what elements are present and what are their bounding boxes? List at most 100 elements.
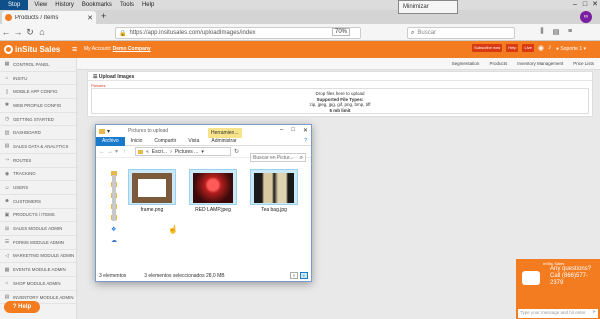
ribbon-help-icon[interactable]: ?: [304, 138, 307, 144]
file-item[interactable]: frame.png: [128, 169, 176, 213]
up-icon[interactable]: ↑: [123, 149, 131, 155]
back-icon[interactable]: ←: [0, 27, 12, 37]
forward-icon[interactable]: →: [12, 27, 24, 37]
tools-tab[interactable]: Herramien...: [208, 128, 242, 138]
sidebar-item-web-profile-config[interactable]: ✱ WEB PROFILE CONFIG: [0, 99, 76, 113]
browser-toolbar: ⫼ ▤ ≡: [535, 28, 577, 36]
reload-icon[interactable]: ↻: [24, 27, 36, 38]
sidebar-item-events-module-admin[interactable]: ▦ EVENTS MODULE ADMIN: [0, 263, 76, 277]
extension-icon[interactable]: ∞: [580, 11, 592, 23]
home-icon[interactable]: ⌂: [36, 27, 48, 37]
hamburger-icon[interactable]: ≡: [72, 44, 77, 54]
sidebar-icon[interactable]: ▤: [549, 28, 563, 36]
sidebar-item-sales-module-admin[interactable]: ⊞ SALES MODULE ADMIN: [0, 222, 76, 236]
tab-close-icon[interactable]: ✕: [87, 14, 93, 22]
ribbon-tab-inicio[interactable]: Inicio: [125, 137, 149, 146]
sidebar-item-shop-module-admin[interactable]: ⌂ SHOP MODULE ADMIN: [0, 277, 76, 291]
recent-icon[interactable]: ▾: [115, 148, 123, 155]
stop-button[interactable]: Stop: [0, 0, 29, 10]
sidebar-item-sales-data[interactable]: ▤ SALES DATA & ANALYTICS: [0, 140, 76, 154]
chat-input[interactable]: Type your message and hit enter ➤: [518, 309, 598, 318]
form-icon: ☰: [4, 239, 10, 246]
path-separator: «: [146, 148, 149, 155]
live-badge[interactable]: Live: [522, 44, 534, 52]
app-logo[interactable]: inSitu Sales: [4, 43, 64, 56]
menu-history[interactable]: History: [55, 2, 74, 8]
maximize-icon[interactable]: □: [291, 127, 295, 134]
notification-icon[interactable]: ◉: [538, 44, 544, 52]
sidebar-item-products-items[interactable]: ▣ PRODUCTS / ITEMS: [0, 209, 76, 223]
sidebar-item-label: TRACKING: [13, 171, 36, 177]
ribbon-tab-archivo[interactable]: Archivo: [96, 136, 125, 146]
path-segment-2[interactable]: Pictures ...: [175, 149, 199, 155]
details-view-icon[interactable]: ≡: [290, 272, 298, 279]
help-button[interactable]: ? Help: [4, 301, 40, 313]
menu-view[interactable]: View: [34, 2, 47, 8]
sidebar-item-mobile-app-config[interactable]: ▯ MOBILE APP CONFIG: [0, 85, 76, 100]
sidebar-item-control-panel[interactable]: ▦ CONTROL PANEL: [0, 58, 76, 72]
library-icon[interactable]: ⫼: [535, 28, 549, 36]
url-bar[interactable]: 🔒 https://app.insitusales.com/uploadImag…: [115, 27, 361, 39]
back-icon[interactable]: ←: [99, 149, 107, 155]
sidebar-item-customers[interactable]: ☻ CUSTOMERS: [0, 195, 76, 209]
zoom-level[interactable]: 70%: [332, 28, 351, 36]
file-dropzone[interactable]: Drop files here to upload Supported File…: [91, 88, 589, 114]
minimize-icon[interactable]: –: [570, 0, 580, 10]
ribbon: Archivo Inicio Compartir Vista Administr…: [96, 136, 311, 146]
account-prefix: My Account:: [84, 46, 112, 52]
logo-text: inSitu Sales: [15, 45, 61, 54]
chat-widget[interactable]: InSitu Sales Any questions? Call (866)57…: [516, 259, 600, 319]
menu-help[interactable]: Help: [142, 2, 154, 8]
maximize-icon[interactable]: □: [580, 0, 590, 10]
user-icon: ●: [556, 46, 560, 52]
search-input[interactable]: ⌕ Buscar: [407, 27, 515, 39]
minimize-icon[interactable]: –: [280, 127, 283, 134]
subscribe-badge[interactable]: Subscribe now: [472, 44, 503, 52]
quick-access-icon[interactable]: ▾: [107, 128, 110, 135]
dropbox-icon[interactable]: ❖: [111, 226, 118, 233]
subnav-products[interactable]: Products: [489, 61, 507, 66]
cloud-icon[interactable]: ☁: [111, 237, 118, 244]
chart-icon: ▥: [4, 129, 10, 136]
new-tab-icon[interactable]: +: [101, 11, 106, 21]
bell-icon[interactable]: ♪: [548, 44, 552, 52]
subnav-inventory[interactable]: Inventory Management: [517, 61, 563, 66]
help-badge[interactable]: Help: [506, 44, 519, 52]
subnav-price-lists[interactable]: Price Lists: [573, 61, 594, 66]
dialog-search-input[interactable]: Buscar en Pictur... ⌕: [250, 153, 306, 162]
forward-icon[interactable]: →: [107, 149, 115, 155]
subnav-segmentation[interactable]: Segmentation: [452, 61, 480, 66]
send-icon[interactable]: ➤: [592, 309, 596, 315]
ribbon-tab-vista[interactable]: Vista: [182, 137, 205, 146]
menu-icon[interactable]: ≡: [563, 28, 577, 36]
menu-bookmarks[interactable]: Bookmarks: [82, 2, 112, 8]
path-segment-1[interactable]: Escri...: [152, 149, 167, 155]
support-menu[interactable]: ● Soporte 1 ▾: [556, 46, 586, 52]
scrollbar[interactable]: [112, 175, 116, 221]
sidebar-item-insitu[interactable]: ⌂ INSITU: [0, 72, 76, 86]
sidebar-item-getting-started[interactable]: ◷ GETTING STARTED: [0, 113, 76, 127]
sidebar-item-label: USERS: [13, 185, 29, 191]
path-dropdown-icon[interactable]: ▾: [201, 149, 204, 155]
refresh-icon[interactable]: ↻: [234, 148, 239, 155]
large-icons-view-icon[interactable]: ▪: [300, 272, 308, 279]
sidebar-item-users[interactable]: ☺ USERS: [0, 181, 76, 195]
tab-products-items[interactable]: Products / Items ✕: [2, 11, 96, 24]
close-icon[interactable]: ✕: [303, 127, 308, 134]
file-item[interactable]: Tea bag.jpg: [250, 169, 298, 213]
sidebar-item-forms-module-admin[interactable]: ☰ FORMS MODULE ADMIN: [0, 236, 76, 250]
favicon-icon: [5, 14, 12, 21]
calendar-icon: ▦: [4, 266, 10, 273]
sidebar-item-dashboard[interactable]: ▥ DASHBOARD: [0, 126, 76, 141]
sidebar-item-tracking[interactable]: ◉ TRACKING: [0, 168, 76, 182]
account-name[interactable]: Demo Company: [113, 46, 151, 52]
sidebar-item-label: INSITU: [13, 75, 28, 81]
sidebar-item-routes[interactable]: ⇢ ROUTES: [0, 154, 76, 168]
address-bar[interactable]: « Escri... › Pictures ... ▾: [135, 147, 231, 156]
menu-tools[interactable]: Tools: [120, 2, 134, 8]
ribbon-tab-compartir[interactable]: Compartir: [148, 137, 182, 146]
file-item[interactable]: RED LAMP.jpeg: [189, 169, 237, 213]
close-icon[interactable]: ✕: [590, 0, 600, 10]
file-list: frame.png RED LAMP.jpeg Tea bag.jpg: [128, 169, 298, 213]
sidebar-item-marketing-module-admin[interactable]: ◁ MARKETING MODULE ADMIN: [0, 250, 76, 264]
